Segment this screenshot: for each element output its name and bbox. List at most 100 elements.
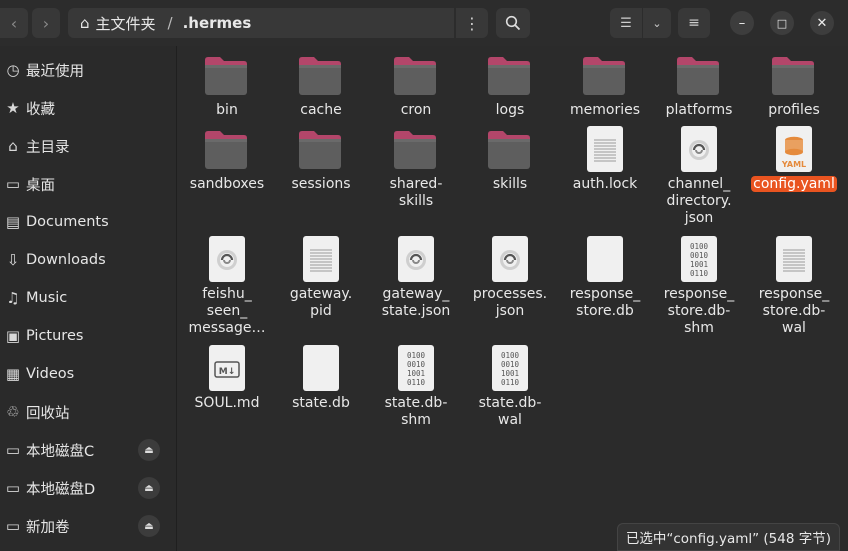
sidebar-item-label: Videos bbox=[26, 366, 75, 382]
file-name: response_ store.db- shm bbox=[652, 286, 746, 337]
file-icon-box bbox=[274, 345, 368, 393]
file-item[interactable]: 0100 0010 1001 0110 state.db- wal bbox=[463, 345, 557, 429]
sidebar-item[interactable]: ♫ Music bbox=[0, 281, 176, 315]
svg-text:0110: 0110 bbox=[690, 269, 709, 278]
path-menu-button[interactable]: ⋮ bbox=[456, 8, 488, 38]
sidebar-item[interactable]: ★ 收藏 bbox=[0, 91, 176, 125]
binary-file-icon: 0100 0010 1001 0110 bbox=[681, 236, 717, 282]
file-item[interactable]: 0100 0010 1001 0110 response_ store.db- shm bbox=[652, 236, 746, 337]
file-item[interactable]: state.db bbox=[274, 345, 368, 412]
file-icon-box bbox=[652, 52, 746, 100]
file-item[interactable]: channel_ directory. json bbox=[652, 126, 746, 227]
file-name: config.yaml bbox=[747, 176, 841, 193]
sidebar-item[interactable]: ⌂ 主目录 bbox=[0, 129, 176, 163]
folder-icon bbox=[677, 57, 719, 95]
forward-button[interactable]: › bbox=[32, 8, 60, 38]
sidebar-item[interactable]: ▤ Documents bbox=[0, 205, 176, 239]
file-item[interactable]: M↓ SOUL.md bbox=[180, 345, 274, 412]
sidebar-item[interactable]: ⇩ Downloads bbox=[0, 243, 176, 277]
file-item[interactable]: skills bbox=[463, 126, 557, 193]
back-button[interactable]: ‹ bbox=[0, 8, 28, 38]
file-item[interactable]: sandboxes bbox=[180, 126, 274, 193]
sidebar-item-label: 收藏 bbox=[26, 101, 55, 118]
path-bar[interactable]: ⌂ 主文件夹 / .hermes bbox=[68, 8, 454, 38]
json-file-icon bbox=[492, 236, 528, 282]
close-icon: ✕ bbox=[816, 15, 828, 31]
eject-icon[interactable]: ⏏ bbox=[138, 477, 160, 499]
file-label: gateway. pid bbox=[289, 286, 353, 319]
sidebar-item[interactable]: ▭ 新加卷 ⏏ bbox=[0, 509, 176, 543]
file-name: feishu_ seen_ message… bbox=[180, 286, 274, 337]
file-item[interactable]: YAML config.yaml bbox=[747, 126, 841, 193]
sidebar-item-label: 主目录 bbox=[26, 139, 70, 156]
file-item[interactable]: logs bbox=[463, 52, 557, 119]
file-item[interactable]: bin bbox=[180, 52, 274, 119]
file-name: state.db- shm bbox=[369, 395, 463, 429]
markdown-file-icon: M↓ bbox=[209, 345, 245, 391]
file-item[interactable]: profiles bbox=[747, 52, 841, 119]
sidebar-item[interactable]: ▭ 本地磁盘D ⏏ bbox=[0, 471, 176, 505]
file-item[interactable]: gateway_ state.json bbox=[369, 236, 463, 320]
document-icon: ▤ bbox=[5, 213, 21, 231]
file-name: response_ store.db bbox=[558, 286, 652, 320]
minimize-button[interactable]: – bbox=[730, 11, 754, 35]
close-button[interactable]: ✕ bbox=[810, 11, 834, 35]
file-name: profiles bbox=[747, 102, 841, 119]
maximize-button[interactable]: □ bbox=[770, 11, 794, 35]
file-icon-box bbox=[274, 52, 368, 100]
file-item[interactable]: memories bbox=[558, 52, 652, 119]
eject-icon[interactable]: ⏏ bbox=[138, 439, 160, 461]
sidebar-item[interactable]: ▭ 本地磁盘C ⏏ bbox=[0, 433, 176, 467]
path-home[interactable]: 主文件夹 bbox=[96, 13, 156, 34]
svg-text:1001: 1001 bbox=[690, 260, 708, 269]
file-name: SOUL.md bbox=[180, 395, 274, 412]
file-name: processes. json bbox=[463, 286, 557, 320]
sidebar-item[interactable]: ▣ Pictures bbox=[0, 319, 176, 353]
sidebar-item[interactable]: ▦ Videos bbox=[0, 357, 176, 391]
file-item[interactable]: shared- skills bbox=[369, 126, 463, 210]
sidebar-item-label: Pictures bbox=[26, 328, 84, 344]
search-button[interactable] bbox=[496, 8, 530, 38]
svg-text:1001: 1001 bbox=[501, 369, 519, 378]
text-file-icon bbox=[776, 236, 812, 282]
file-item[interactable]: 0100 0010 1001 0110 state.db- shm bbox=[369, 345, 463, 429]
file-icon-box bbox=[274, 236, 368, 284]
file-name: shared- skills bbox=[369, 176, 463, 210]
file-name: sessions bbox=[274, 176, 368, 193]
file-item[interactable]: gateway. pid bbox=[274, 236, 368, 320]
eject-icon[interactable]: ⏏ bbox=[138, 515, 160, 537]
file-item[interactable]: auth.lock bbox=[558, 126, 652, 193]
folder-icon bbox=[583, 57, 625, 95]
clock-icon: ◷ bbox=[6, 61, 20, 79]
file-label: sessions bbox=[291, 176, 351, 192]
file-name: sandboxes bbox=[180, 176, 274, 193]
file-label: cron bbox=[400, 102, 432, 118]
folder-icon bbox=[299, 57, 341, 95]
file-label: feishu_ seen_ message… bbox=[188, 286, 266, 336]
file-item[interactable]: platforms bbox=[652, 52, 746, 119]
view-list-button[interactable]: ☰ bbox=[610, 8, 642, 38]
path-current[interactable]: .hermes bbox=[183, 14, 252, 32]
file-item[interactable]: sessions bbox=[274, 126, 368, 193]
main-menu-button[interactable]: ≡ bbox=[678, 8, 710, 38]
file-item[interactable]: cron bbox=[369, 52, 463, 119]
sidebar-item-label: 回收站 bbox=[26, 405, 70, 422]
file-name: platforms bbox=[652, 102, 746, 119]
sidebar-item[interactable]: ▭ 桌面 bbox=[0, 167, 176, 201]
file-name: state.db- wal bbox=[463, 395, 557, 429]
file-name: bin bbox=[180, 102, 274, 119]
file-icon-box bbox=[180, 52, 274, 100]
file-item[interactable]: response_ store.db- wal bbox=[747, 236, 841, 337]
file-item[interactable]: cache bbox=[274, 52, 368, 119]
file-label: platforms bbox=[665, 102, 733, 118]
drive-icon: ▭ bbox=[5, 517, 21, 535]
view-options-button[interactable]: ⌄ bbox=[643, 8, 671, 38]
sidebar-item[interactable]: ♲ 回收站 bbox=[0, 395, 176, 429]
file-item[interactable]: response_ store.db bbox=[558, 236, 652, 320]
folder-icon bbox=[205, 131, 247, 169]
home-icon: ⌂ bbox=[8, 137, 18, 155]
sidebar-item[interactable]: ◷ 最近使用 bbox=[0, 53, 176, 87]
file-item[interactable]: processes. json bbox=[463, 236, 557, 320]
file-item[interactable]: feishu_ seen_ message… bbox=[180, 236, 274, 337]
file-icon-box bbox=[558, 236, 652, 284]
